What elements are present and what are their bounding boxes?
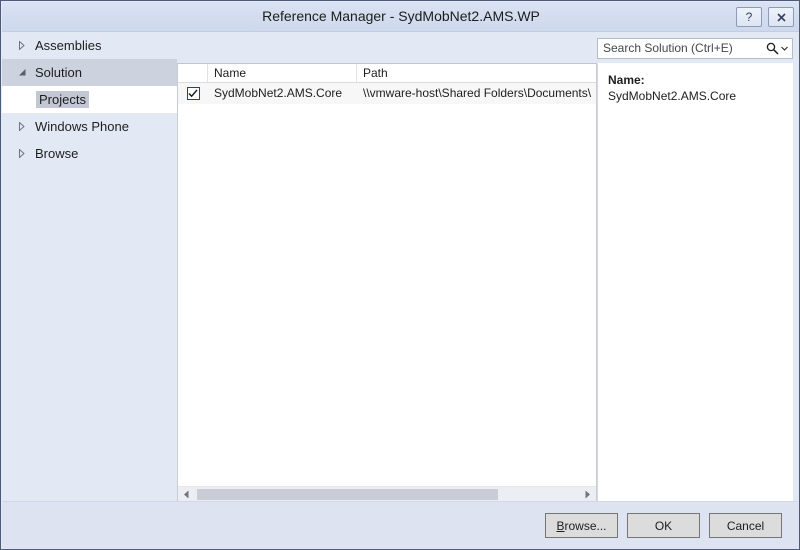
- reference-list-panel: Name Path SydMobNet2.AMS.Core \\vmware-h…: [177, 63, 597, 503]
- detail-name-value: SydMobNet2.AMS.Core: [608, 89, 737, 103]
- sidebar-item-browse[interactable]: Browse: [2, 140, 177, 167]
- chevron-right-icon: [18, 149, 32, 158]
- detail-name-label: Name:: [608, 73, 645, 87]
- sidebar-item-label: Projects: [36, 91, 89, 108]
- column-header-checkbox[interactable]: [178, 64, 208, 82]
- close-icon: [776, 12, 786, 22]
- dialog-footer: Browse... OK Cancel: [2, 501, 799, 548]
- check-icon: [188, 89, 198, 98]
- search-icon-group[interactable]: [762, 39, 792, 58]
- help-button[interactable]: ?: [736, 7, 762, 27]
- sidebar-item-label: Assemblies: [35, 38, 102, 53]
- scroll-left-arrow-icon[interactable]: [178, 487, 195, 502]
- caption-button-group: ?: [736, 7, 794, 27]
- sidebar-item-projects[interactable]: Projects: [2, 86, 177, 113]
- sidebar-item-label: Windows Phone: [35, 119, 129, 134]
- sidebar-item-assemblies[interactable]: Assemblies: [2, 32, 177, 59]
- browse-label-rest: rowse...: [564, 518, 607, 533]
- chevron-down-icon: [18, 68, 32, 77]
- chevron-right-icon: [18, 41, 32, 50]
- search-icon: [766, 42, 779, 55]
- browse-accel-letter: B: [556, 518, 565, 533]
- reference-manager-dialog: Reference Manager - SydMobNet2.AMS.WP ? …: [0, 0, 800, 550]
- category-tree: Assemblies Solution Projects Windows Pho…: [2, 32, 177, 502]
- sidebar-item-label: Solution: [35, 65, 82, 80]
- cancel-button[interactable]: Cancel: [709, 513, 782, 538]
- sidebar-item-windows-phone[interactable]: Windows Phone: [2, 113, 177, 140]
- footer-button-group: Browse... OK Cancel: [545, 513, 782, 538]
- chevron-right-icon: [18, 122, 32, 131]
- row-checkbox[interactable]: [186, 87, 200, 100]
- close-button[interactable]: [768, 7, 794, 27]
- search-input[interactable]: [598, 40, 762, 57]
- row-path: \\vmware-host\Shared Folders\Documents\: [363, 86, 592, 100]
- browse-button[interactable]: Browse...: [545, 513, 618, 538]
- chevron-down-icon: [781, 46, 788, 51]
- horizontal-scrollbar[interactable]: [178, 486, 596, 502]
- table-row[interactable]: SydMobNet2.AMS.Core \\vmware-host\Shared…: [178, 83, 596, 104]
- sidebar-item-label: Browse: [35, 146, 79, 161]
- window-title: Reference Manager - SydMobNet2.AMS.WP: [262, 8, 540, 24]
- search-box[interactable]: [597, 38, 793, 59]
- row-checkbox-cell[interactable]: [178, 83, 208, 104]
- row-name: SydMobNet2.AMS.Core: [214, 86, 343, 100]
- scrollbar-thumb[interactable]: [197, 489, 498, 500]
- column-header-path[interactable]: Path: [357, 64, 596, 82]
- column-header-name[interactable]: Name: [208, 64, 357, 82]
- scroll-right-arrow-icon[interactable]: [579, 487, 596, 502]
- list-column-headers: Name Path: [178, 64, 596, 83]
- details-panel: Name: SydMobNet2.AMS.Core: [597, 63, 793, 503]
- title-bar[interactable]: Reference Manager - SydMobNet2.AMS.WP ?: [2, 2, 799, 32]
- scrollbar-track[interactable]: [195, 487, 579, 502]
- sidebar-item-solution[interactable]: Solution: [2, 59, 177, 86]
- ok-button[interactable]: OK: [627, 513, 700, 538]
- question-mark-icon: ?: [745, 10, 753, 24]
